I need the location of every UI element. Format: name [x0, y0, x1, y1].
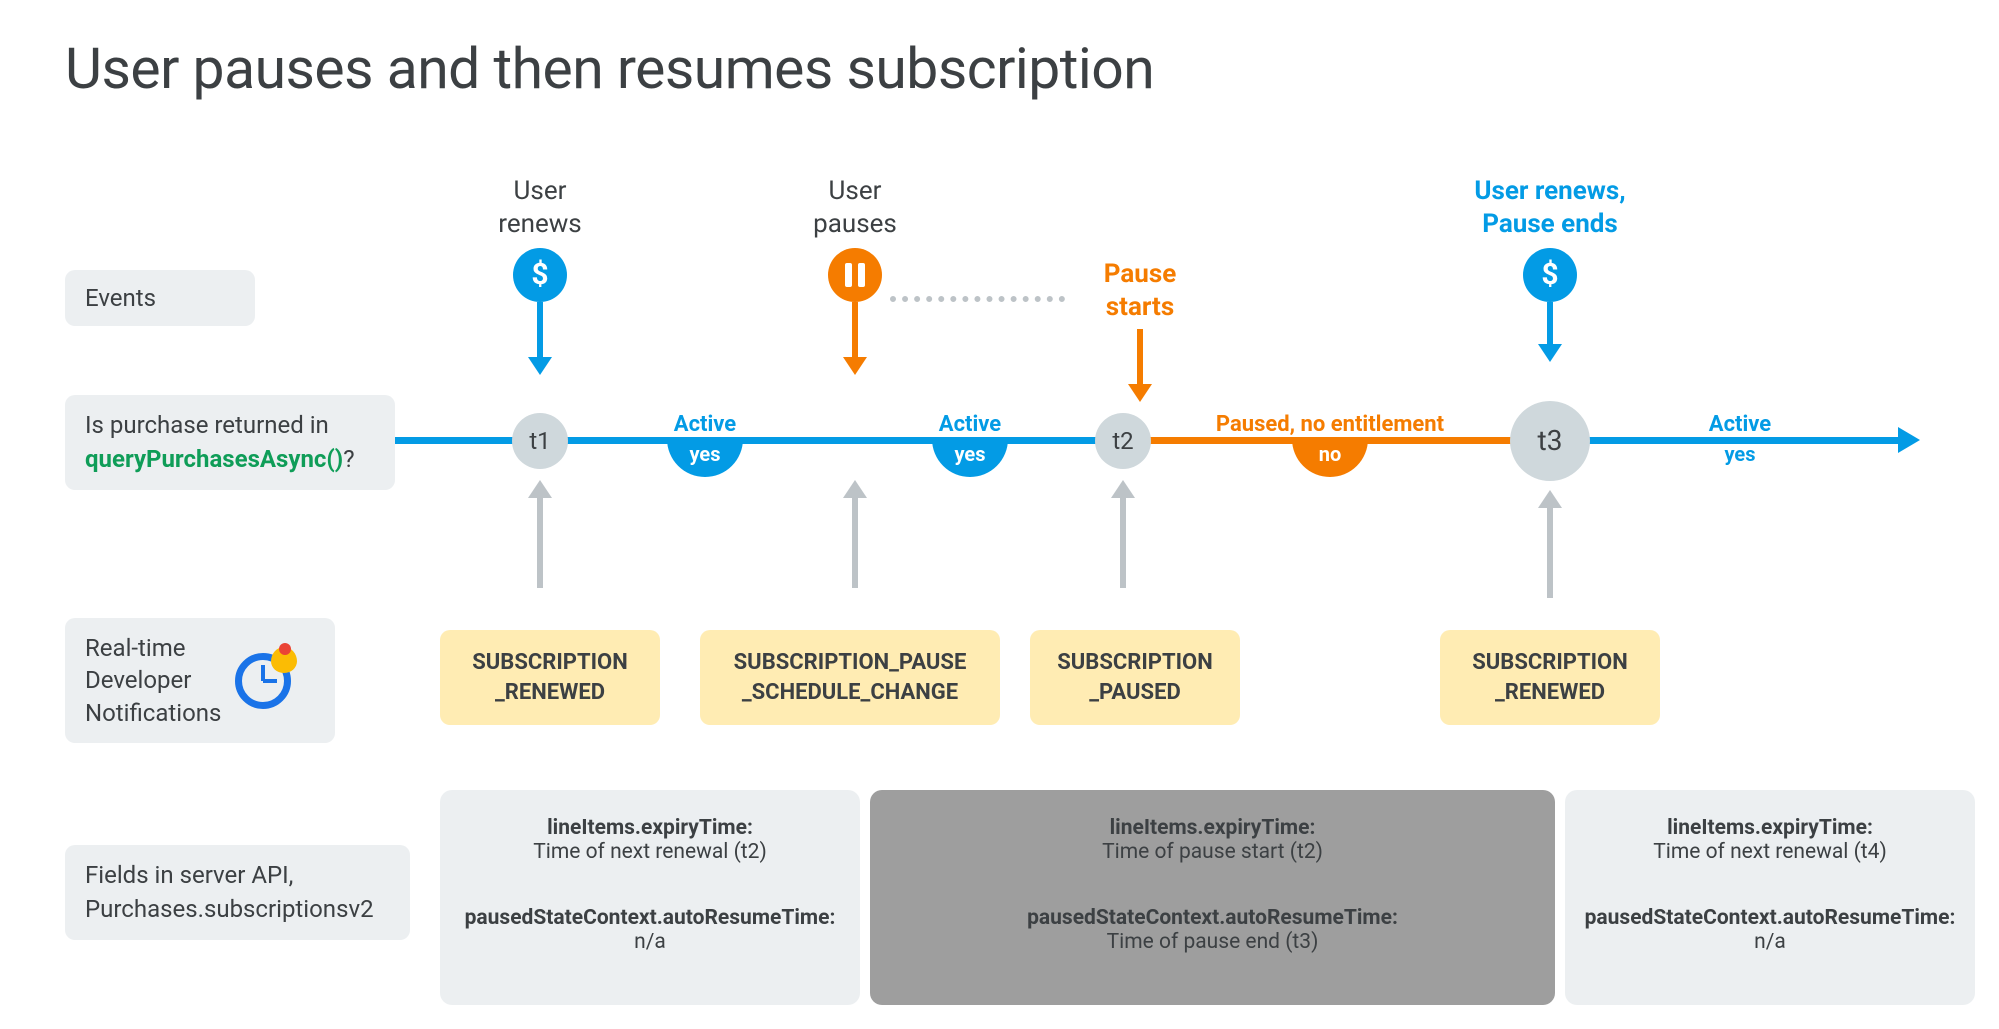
fields-l2: Purchases.subscriptionsv2 — [85, 895, 374, 923]
query-text-suffix: ? — [343, 445, 354, 473]
event-user-pauses: User pauses — [785, 175, 925, 375]
event-user-renews: User renews $ — [470, 175, 610, 375]
dollar-icon: $ — [1523, 248, 1577, 302]
evt-pauses-l1: User — [785, 175, 925, 208]
notif-paused-l1: SUBSCRIPTION — [1057, 650, 1213, 675]
query-fn: queryPurchasesAsync() — [85, 445, 343, 473]
rtdn-l2: Developer — [85, 666, 191, 694]
row-label-rtdn: Real-time Developer Notifications — [65, 618, 335, 743]
f-c3-v1: Time of next renewal (t4) — [1653, 840, 1887, 864]
notif-renewed-2: SUBSCRIPTION _RENEWED — [1440, 630, 1660, 725]
notif-renewed-1: SUBSCRIPTION _RENEWED — [440, 630, 660, 725]
f-c3-k1: lineItems.expiryTime: — [1667, 816, 1873, 840]
notif-pause-sched-l1: SUBSCRIPTION_PAUSE — [734, 650, 967, 675]
timeline-arrowhead-icon — [1898, 427, 1920, 453]
seg-active-2-status: Active — [910, 412, 1030, 437]
row-label-fields: Fields in server API, Purchases.subscrip… — [65, 845, 410, 940]
fields-col2: lineItems.expiryTime:Time of pause start… — [870, 790, 1555, 1005]
seg-active-3-answer: yes — [1702, 439, 1778, 477]
f-c1-k1: lineItems.expiryTime: — [547, 816, 753, 840]
query-text-prefix: Is purchase returned in — [85, 411, 329, 439]
notif-paused: SUBSCRIPTION _PAUSED — [1030, 630, 1240, 725]
f-c3-v2: n/a — [1754, 930, 1786, 954]
evt-renews-l2: renews — [470, 208, 610, 241]
dollar-icon: $ — [513, 248, 567, 302]
f-c2-k2: pausedStateContext.autoResumeTime: — [1027, 906, 1398, 930]
evt-renews-l1: User — [470, 175, 610, 208]
rtdn-l3: Notifications — [85, 699, 221, 727]
seg-active-3-status: Active — [1680, 412, 1800, 437]
arrow-up-icon — [1550, 490, 1562, 598]
arrow-up-icon — [855, 480, 867, 588]
f-c2-k1: lineItems.expiryTime: — [1110, 816, 1316, 840]
seg-paused: Paused, no entitlement no — [1200, 412, 1460, 477]
diagram-title: User pauses and then resumes subscriptio… — [65, 35, 1154, 102]
notif-paused-l2: _PAUSED — [1089, 680, 1181, 705]
dotted-connector — [890, 296, 1065, 302]
row-label-query: Is purchase returned in queryPurchasesAs… — [65, 395, 395, 490]
node-t3: t3 — [1510, 401, 1590, 481]
pause-icon — [828, 248, 882, 302]
evt-resumes-l2: Pause ends — [1450, 208, 1650, 241]
f-c1-k2: pausedStateContext.autoResumeTime: — [465, 906, 836, 930]
clock-bell-icon — [235, 653, 291, 709]
seg-active-2-answer: yes — [932, 439, 1008, 477]
notif-pause-schedule: SUBSCRIPTION_PAUSE _SCHEDULE_CHANGE — [700, 630, 1000, 725]
f-c3-k2: pausedStateContext.autoResumeTime: — [1585, 906, 1956, 930]
arrow-up-icon — [540, 480, 552, 588]
event-pause-starts: Pause starts — [1060, 258, 1220, 402]
seg-active-2: Active yes — [910, 412, 1030, 477]
fields-col1: lineItems.expiryTime:Time of next renewa… — [440, 790, 860, 1005]
seg-active-3: Active yes — [1680, 412, 1800, 477]
notif-pause-sched-l2: _SCHEDULE_CHANGE — [742, 680, 958, 705]
seg-active-1-answer: yes — [667, 439, 743, 477]
f-c1-v1: Time of next renewal (t2) — [533, 840, 767, 864]
rtdn-l1: Real-time — [85, 634, 186, 662]
notif-renewed-2-l1: SUBSCRIPTION — [1472, 650, 1628, 675]
seg-paused-answer: no — [1292, 439, 1368, 477]
event-user-resumes: User renews, Pause ends $ — [1450, 175, 1650, 362]
notif-renewed-2-l2: _RENEWED — [1495, 680, 1605, 705]
f-c2-v2: Time of pause end (t3) — [1107, 930, 1319, 954]
evt-pause-starts-l1: Pause — [1060, 258, 1220, 291]
evt-resumes-l1: User renews, — [1450, 175, 1650, 208]
notif-renewed-l2: _RENEWED — [495, 680, 605, 705]
row-label-events: Events — [65, 270, 255, 326]
arrow-up-icon — [1123, 480, 1135, 588]
node-t2: t2 — [1095, 413, 1151, 469]
seg-active-1-status: Active — [645, 412, 765, 437]
evt-pauses-l2: pauses — [785, 208, 925, 241]
seg-active-1: Active yes — [645, 412, 765, 477]
fields-l1: Fields in server API, — [85, 861, 293, 889]
f-c1-v2: n/a — [634, 930, 666, 954]
fields-col3: lineItems.expiryTime:Time of next renewa… — [1565, 790, 1975, 1005]
seg-paused-status: Paused, no entitlement — [1200, 412, 1460, 437]
node-t1: t1 — [512, 413, 568, 469]
notif-renewed-l1: SUBSCRIPTION — [472, 650, 628, 675]
f-c2-v1: Time of pause start (t2) — [1102, 840, 1323, 864]
evt-pause-starts-l2: starts — [1060, 291, 1220, 324]
